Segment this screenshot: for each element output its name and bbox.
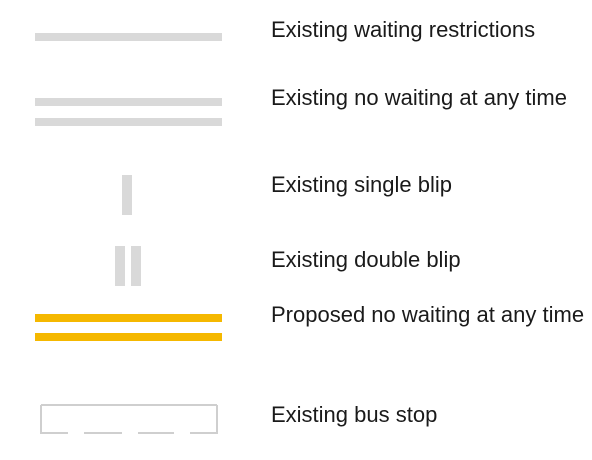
grey-line: [35, 33, 222, 41]
grey-line-top: [35, 98, 222, 106]
legend-label: Existing double blip: [271, 247, 461, 272]
yellow-line-bottom: [35, 333, 222, 341]
legend-row-double-blip: Existing double blip: [0, 240, 592, 292]
double-yellow-line-symbol: [0, 298, 260, 358]
double-line-symbol: [0, 80, 260, 140]
legend-label: Proposed no waiting at any time: [271, 302, 585, 327]
grey-blip: [122, 175, 132, 215]
legend-row-waiting-restrictions: Existing waiting restrictions: [0, 14, 592, 60]
grey-blip-left: [115, 246, 125, 286]
grey-blip-right: [131, 246, 141, 286]
map-legend: Existing waiting restrictions Existing n…: [0, 0, 592, 442]
yellow-line-top: [35, 314, 222, 322]
legend-row-single-blip: Existing single blip: [0, 166, 592, 218]
legend-label: Existing bus stop: [271, 402, 438, 427]
single-blip-symbol: [0, 166, 260, 226]
legend-label: Existing single blip: [271, 172, 452, 197]
legend-label: Existing no waiting at any time: [271, 85, 567, 110]
legend-row-no-waiting-existing: Existing no waiting at any time: [0, 80, 592, 146]
legend-row-no-waiting-proposed: Proposed no waiting at any time: [0, 298, 592, 364]
grey-line-bottom: [35, 118, 222, 126]
double-blip-symbol: [0, 240, 260, 300]
single-line-symbol: [0, 14, 260, 74]
bus-stop-marking-icon: [40, 404, 218, 434]
bus-stop-symbol: [0, 400, 260, 460]
legend-row-bus-stop: Existing bus stop: [0, 400, 592, 442]
legend-label: Existing waiting restrictions: [271, 17, 536, 42]
